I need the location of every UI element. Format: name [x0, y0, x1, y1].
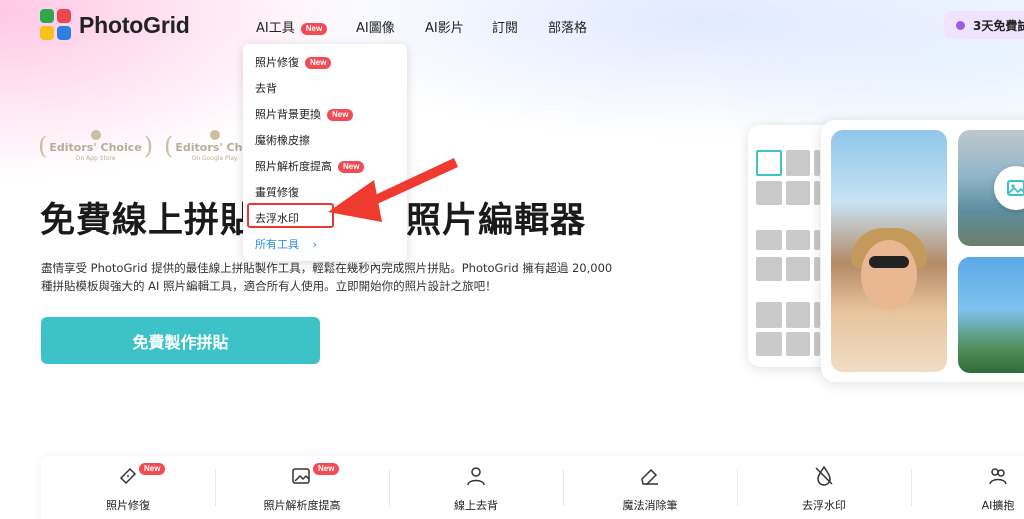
- photo-repair-icon: [119, 467, 137, 485]
- award-subtitle: On Google Play: [191, 155, 238, 162]
- template-tile[interactable]: [756, 230, 782, 250]
- feature-remove-background[interactable]: 線上去背: [389, 456, 563, 519]
- top-header: PhotoGrid AI工具 New AI圖像 AI影片 訂閱 部落格 3天免費試: [0, 0, 1024, 50]
- template-tile[interactable]: [786, 257, 810, 281]
- create-collage-button[interactable]: 免費製作拼貼: [41, 317, 320, 364]
- menu-item-change-background[interactable]: 照片背景更換 New: [255, 106, 354, 122]
- template-tile[interactable]: [786, 302, 810, 328]
- award-subtitle: On App Store: [75, 155, 116, 162]
- remove-background-icon: [467, 467, 485, 486]
- template-tile[interactable]: [814, 302, 820, 328]
- red-arrow-annotation: [328, 158, 458, 222]
- ai-hug-icon: [989, 468, 1007, 485]
- template-tile[interactable]: [756, 181, 782, 205]
- new-badge: New: [300, 23, 328, 35]
- image-icon: [1007, 180, 1024, 196]
- template-tile[interactable]: [786, 230, 810, 250]
- laurel-left-icon: (: [38, 132, 48, 160]
- template-tile[interactable]: [814, 332, 820, 356]
- new-badge: New: [327, 109, 354, 121]
- menu-item-label: 照片修復: [255, 56, 299, 69]
- template-tile[interactable]: [786, 181, 810, 205]
- collage-photo-woman: [831, 130, 947, 372]
- image-upscale-icon: [292, 468, 310, 484]
- award-badge-app-store: ( Editors' Choice On App Store ): [38, 130, 153, 162]
- template-tile[interactable]: [786, 150, 810, 176]
- feature-magic-eraser[interactable]: 魔法消除筆: [563, 456, 737, 519]
- template-tile[interactable]: [814, 150, 820, 176]
- laurel-left-icon: (: [164, 132, 174, 160]
- feature-label: 魔法消除筆: [622, 499, 678, 512]
- feature-label: 照片修復: [106, 499, 150, 512]
- free-trial-button[interactable]: 3天免費試: [944, 11, 1024, 39]
- all-tools-label: 所有工具: [255, 238, 299, 251]
- free-trial-label: 3天免費試: [973, 18, 1024, 33]
- apple-icon: [90, 130, 101, 140]
- menu-item-magic-eraser[interactable]: 魔術橡皮擦: [255, 132, 310, 148]
- photogrid-logo-icon: [40, 9, 72, 41]
- collage-preview: [821, 120, 1024, 382]
- nav-ai-tools-label: AI工具: [256, 21, 295, 36]
- feature-remove-watermark[interactable]: 去浮水印: [737, 456, 911, 519]
- award-title: Editors' Choi: [175, 141, 254, 154]
- menu-item-remove-background[interactable]: 去背: [255, 80, 277, 96]
- menu-item-quality-repair[interactable]: 畫質修復: [255, 184, 299, 200]
- google-play-icon: [209, 130, 220, 140]
- template-tile[interactable]: [814, 181, 820, 205]
- chevron-right-icon: ›: [312, 238, 317, 251]
- trial-icon: [956, 20, 965, 30]
- new-badge: New: [139, 463, 166, 475]
- feature-label: 線上去背: [454, 499, 498, 512]
- hero-description: 盡情享受 PhotoGrid 提供的最佳線上拼貼製作工具，輕鬆在幾秒內完成照片拼…: [41, 261, 613, 293]
- nav-ai-video[interactable]: AI影片: [425, 17, 464, 36]
- template-tile[interactable]: [814, 257, 820, 281]
- feature-label: 去浮水印: [802, 499, 846, 512]
- collage-photo-palm-trees: [958, 257, 1024, 373]
- menu-item-label: 照片背景更換: [255, 108, 321, 121]
- remove-watermark-icon: [815, 465, 833, 486]
- nav-blog[interactable]: 部落格: [548, 17, 587, 36]
- template-tile[interactable]: [814, 230, 820, 250]
- template-tile[interactable]: [756, 332, 782, 356]
- menu-item-photo-repair[interactable]: 照片修復 New: [255, 54, 332, 70]
- logo-text: PhotoGrid: [79, 11, 190, 38]
- logo[interactable]: PhotoGrid: [40, 9, 190, 41]
- hero-title-part1: 免費線上拼貼: [40, 201, 257, 241]
- feature-label: AI擴抱: [981, 499, 1015, 512]
- magic-eraser-icon: [641, 468, 658, 485]
- feature-label: 照片解析度提高: [263, 499, 341, 512]
- menu-item-remove-watermark[interactable]: 去浮水印: [255, 210, 299, 226]
- template-tile-selected[interactable]: [756, 150, 782, 176]
- laurel-right-icon: ): [143, 132, 154, 160]
- nav-subscribe[interactable]: 訂閱: [492, 17, 518, 36]
- feature-bar: New 照片修復 New 照片解析度提高 線上去背 魔法消除筆 去浮水印 AI擴…: [41, 456, 1024, 519]
- template-tile[interactable]: [756, 302, 782, 328]
- template-tile[interactable]: [756, 257, 782, 281]
- feature-ai-hug[interactable]: AI擴抱: [911, 456, 1024, 519]
- nav-ai-image[interactable]: AI圖像: [356, 17, 395, 36]
- menu-item-all-tools[interactable]: 所有工具 ›: [255, 236, 317, 252]
- feature-upscale[interactable]: New 照片解析度提高: [215, 456, 389, 519]
- template-tile[interactable]: [786, 332, 810, 356]
- feature-photo-repair[interactable]: New 照片修復: [41, 456, 215, 519]
- new-badge: New: [305, 57, 332, 69]
- award-title: Editors' Choice: [49, 141, 142, 154]
- new-badge: New: [313, 463, 340, 475]
- nav-ai-tools[interactable]: AI工具 New: [256, 17, 328, 36]
- award-badge-google-play: ( Editors' Choi On Google Play: [164, 130, 256, 162]
